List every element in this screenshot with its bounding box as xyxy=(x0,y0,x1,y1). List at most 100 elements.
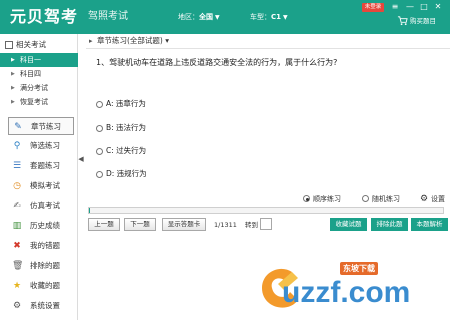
region-selector[interactable]: 地区：全国 ▼ xyxy=(178,12,220,23)
triangle-right-icon: ▶ xyxy=(11,71,15,77)
tree-item-label: 恢复考试 xyxy=(20,98,48,106)
car-type-value: C1 xyxy=(271,13,282,21)
progress-bar xyxy=(88,207,444,214)
prev-question-button[interactable]: 上一题 xyxy=(88,218,120,231)
question-explanation-button[interactable]: 本题解析 xyxy=(411,218,448,231)
answer-option-c[interactable]: C: 过失行为 xyxy=(96,145,296,157)
sidebar-item-simulated-exam[interactable]: ✍ 仿真考试 xyxy=(8,197,74,215)
next-question-button[interactable]: 下一题 xyxy=(124,218,156,231)
sidebar-item-filter-practice[interactable]: ⚲ 筛选练习 xyxy=(8,137,74,155)
login-status-badge[interactable]: 未登录 xyxy=(362,3,384,12)
sidebar-item-history-scores[interactable]: ▥ 历史成绩 xyxy=(8,217,74,235)
car-type-selector[interactable]: 车型：C1 ▼ xyxy=(250,12,288,23)
option-label: A: 违章行为 xyxy=(106,99,146,108)
menu-label: 套题练习 xyxy=(30,161,60,170)
app-header: 元贝驾考 驾照考试 地区：全国 ▼ 车型：C1 ▼ 未登录 ≡ — □ ✕ 购买题目 xyxy=(0,0,450,34)
radio-button[interactable] xyxy=(96,171,103,178)
mode-random[interactable]: 随机练习 xyxy=(362,193,412,205)
chevron-down-icon: ▼ xyxy=(283,14,288,21)
menu-label: 收藏的题 xyxy=(30,281,60,290)
sidebar-item-set-practice[interactable]: ☰ 套题练习 xyxy=(8,157,74,175)
exclude-question-button[interactable]: 排除此题 xyxy=(371,218,408,231)
radio-button[interactable] xyxy=(362,195,369,202)
answer-option-a[interactable]: A: 违章行为 xyxy=(96,98,296,110)
sidebar-item-my-wrong-questions[interactable]: ✖ 我的错题 xyxy=(8,237,74,255)
sidebar: 相关考试 ▶ 科目一 ▶ 科目四 ▶ 满分考试 ▶ 恢复考试 ✎ 章节练习 ⚲ … xyxy=(0,34,78,320)
watermark-sub-label: 东坡下载 xyxy=(340,262,378,275)
option-label: D: 违规行为 xyxy=(106,169,147,178)
sidebar-collapse-handle[interactable]: ◀ xyxy=(78,152,84,166)
clock-icon: ◷ xyxy=(13,181,21,191)
triangle-right-icon: ▶ xyxy=(11,99,15,105)
pen-icon: ✍ xyxy=(13,201,21,211)
menu-label: 我的错题 xyxy=(30,241,60,250)
mode-sequential[interactable]: 顺序练习 xyxy=(303,193,353,205)
menu-label: 排除的题 xyxy=(30,261,60,270)
mode-label: 顺序练习 xyxy=(313,195,341,203)
sidebar-item-favorite-questions[interactable]: ★ 收藏的题 xyxy=(8,277,74,295)
app-subtitle: 驾照考试 xyxy=(88,11,128,22)
mode-label: 随机练习 xyxy=(372,195,400,203)
minimize-icon[interactable]: — xyxy=(405,2,415,12)
menu-label: 筛选练习 xyxy=(30,141,60,150)
magnifier-icon: ⚲ xyxy=(13,141,21,151)
page-indicator: 1/1311 xyxy=(214,221,237,229)
sidebar-item-excluded-questions[interactable]: 🗑 排除的题 xyxy=(8,257,74,275)
tree-item-full-score-exam[interactable]: ▶ 满分考试 xyxy=(0,81,78,95)
radio-button[interactable] xyxy=(96,125,103,132)
pencil-icon: ✎ xyxy=(14,122,22,132)
answer-option-d[interactable]: D: 违规行为 xyxy=(96,168,296,180)
triangle-right-icon: ▶ xyxy=(11,85,15,91)
radio-button[interactable] xyxy=(303,195,310,202)
sidebar-item-chapter-practice[interactable]: ✎ 章节练习 xyxy=(8,117,74,135)
progress-fill xyxy=(89,208,91,213)
watermark-main-label: uzzf.com xyxy=(282,276,411,309)
region-label: 地区： xyxy=(178,13,199,21)
sidebar-item-system-settings[interactable]: ⚙ 系统设置 xyxy=(8,297,74,315)
tree-item-subject-four[interactable]: ▶ 科目四 xyxy=(0,67,78,81)
menu-label: 系统设置 xyxy=(30,301,60,310)
cart-icon[interactable] xyxy=(397,15,408,26)
menu-label: 章节练习 xyxy=(31,122,61,131)
list-icon: ☰ xyxy=(12,161,22,171)
tree-item-label: 科目四 xyxy=(20,70,41,78)
menu-label: 仿真考试 xyxy=(30,201,60,210)
option-label: B: 违法行为 xyxy=(106,123,147,132)
maximize-icon[interactable]: □ xyxy=(419,2,429,12)
breadcrumb[interactable]: ▸ 章节练习(全部试题) ▾ xyxy=(86,34,450,49)
trash-icon: 🗑 xyxy=(12,261,24,271)
gear-icon: ⚙ xyxy=(12,301,22,311)
buy-questions-link[interactable]: 购买题目 xyxy=(410,16,436,26)
radio-button[interactable] xyxy=(96,148,103,155)
chevron-down-icon: ▼ xyxy=(215,14,220,21)
region-value: 全国 xyxy=(199,13,213,21)
tree-item-label: 满分考试 xyxy=(20,84,48,92)
gear-icon: ⚙ xyxy=(420,194,429,204)
chart-icon: ▥ xyxy=(12,221,22,231)
star-icon: ★ xyxy=(12,281,22,291)
triangle-right-icon: ▸ xyxy=(89,37,93,45)
menu-icon[interactable]: ≡ xyxy=(390,2,400,12)
tree-item-subject-one[interactable]: ▶ 科目一 xyxy=(0,53,78,67)
related-exams-header[interactable]: 相关考试 xyxy=(0,37,78,53)
car-type-label: 车型： xyxy=(250,13,271,21)
tree-item-label: 科目一 xyxy=(20,56,41,64)
show-answer-card-button[interactable]: 显示答题卡 xyxy=(162,218,206,231)
triangle-right-icon: ▶ xyxy=(11,57,15,63)
close-icon[interactable]: ✕ xyxy=(433,2,443,12)
option-label: C: 过失行为 xyxy=(106,146,147,155)
menu-label: 历史成绩 xyxy=(30,221,60,230)
tree-item-resume-exam[interactable]: ▶ 恢复考试 xyxy=(0,95,78,109)
tree-node-icon xyxy=(5,41,13,49)
question-text: 1、驾驶机动车在道路上违反道路交通安全法的行为，属于什么行为? xyxy=(96,58,338,67)
related-exams-title: 相关考试 xyxy=(16,40,46,49)
app-logo: 元贝驾考 xyxy=(10,7,79,26)
sidebar-item-mock-exam[interactable]: ◷ 模拟考试 xyxy=(8,177,74,195)
goto-input[interactable] xyxy=(260,218,272,230)
settings-label: 设置 xyxy=(431,195,445,203)
collect-question-button[interactable]: 收藏试题 xyxy=(330,218,367,231)
menu-label: 模拟考试 xyxy=(30,181,60,190)
radio-button[interactable] xyxy=(96,101,103,108)
goto-label: 转到 xyxy=(245,221,258,229)
answer-option-b[interactable]: B: 违法行为 xyxy=(96,122,296,134)
